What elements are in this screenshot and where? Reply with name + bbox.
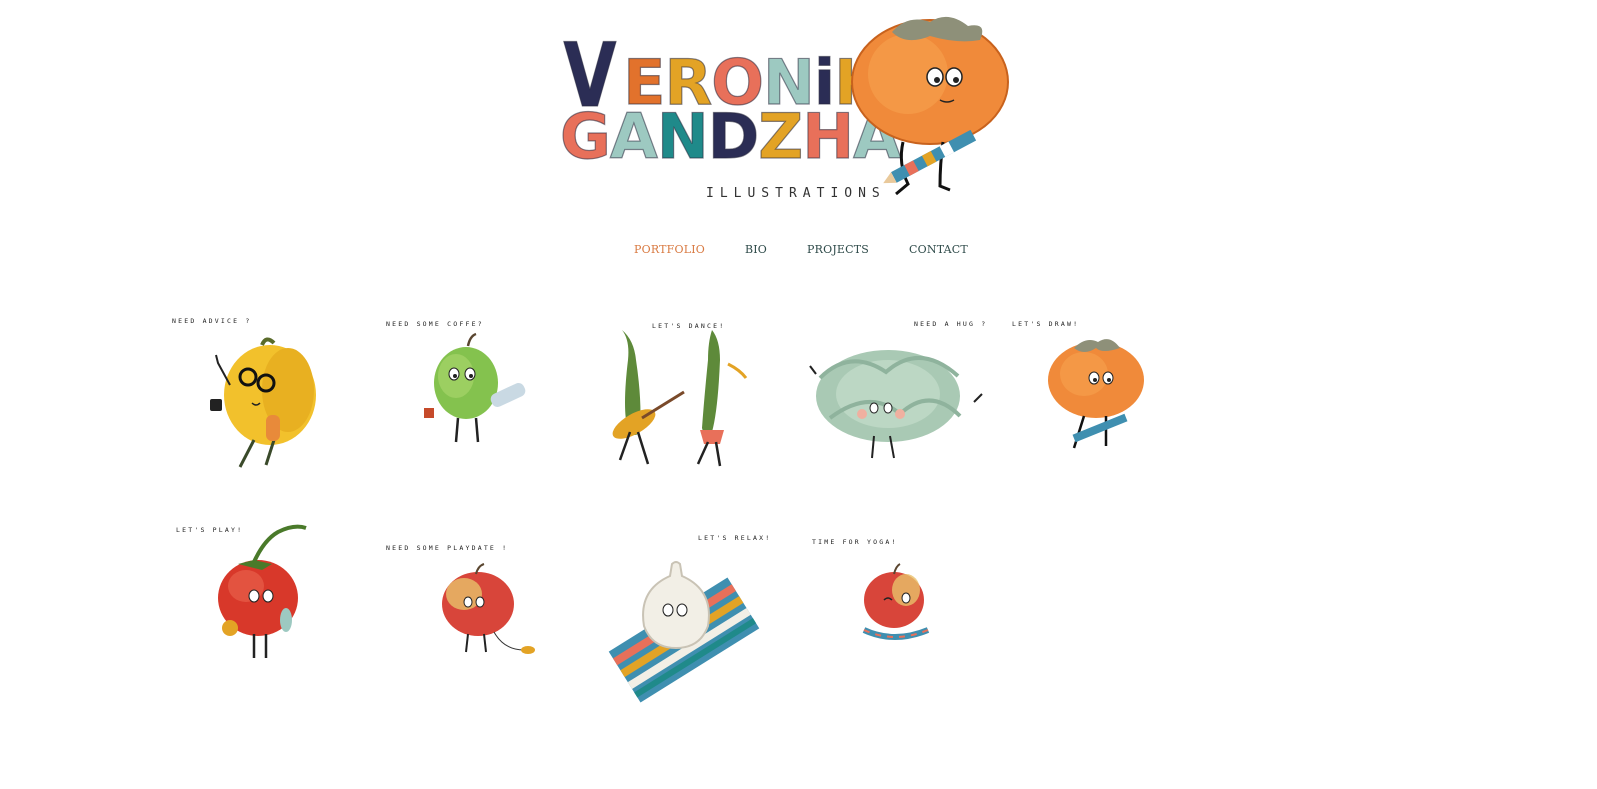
persimmon-mascot-illustration — [851, 16, 1009, 196]
gallery-tile-need-some-playdate[interactable]: NEED SOME PLAYDATE ! — [384, 540, 544, 665]
logo-letter: D — [707, 100, 760, 173]
gallery-tile-lets-dance[interactable]: LET'S DANCE! — [600, 320, 760, 470]
yellow-pepper-illustration — [210, 337, 316, 468]
persimmon-illustration — [1048, 339, 1144, 449]
tomato-illustration — [218, 524, 307, 658]
gallery-tile-need-advice[interactable]: NEED ADVICE ? — [170, 315, 340, 480]
nav-link-bio[interactable]: BIO — [745, 243, 767, 256]
apple-yoga-illustration — [862, 563, 930, 640]
logo-letter: Z — [758, 100, 804, 173]
gallery-tile-lets-play[interactable]: LET'S PLAY! — [174, 520, 324, 665]
logo-letter: G — [559, 100, 611, 173]
main-navigation: PORTFOLIO BIO PROJECTS CONTACT — [634, 243, 1008, 256]
logo-letter: H — [802, 100, 855, 173]
gallery-tile-need-a-hug[interactable]: NEED A HUG ? — [790, 318, 990, 468]
nav-link-projects[interactable]: PROJECTS — [807, 243, 869, 256]
gallery-tile-lets-relax[interactable]: LET'S RELAX! — [604, 530, 769, 703]
gallery-tile-need-coffee[interactable]: NEED SOME COFFE? — [384, 318, 544, 453]
garlic-on-mat-illustration — [608, 561, 760, 703]
site-logo[interactable]: V E R O N i K A G A N D Z H A — [556, 26, 929, 176]
air-plant-illustration — [809, 350, 983, 459]
gallery-tile-time-for-yoga[interactable]: TIME FOR YOGA! — [810, 534, 960, 654]
nav-link-portfolio[interactable]: PORTFOLIO — [634, 243, 705, 256]
logo-letter: N — [656, 100, 709, 173]
nav-link-contact[interactable]: CONTACT — [909, 243, 968, 256]
red-apple-mouse-illustration — [442, 563, 535, 654]
green-apple-illustration — [424, 332, 526, 443]
jalapeno-pair-illustration — [612, 330, 748, 467]
logo-tagline: ILLUSTRATIONS — [706, 186, 886, 201]
logo-letter: A — [609, 100, 658, 173]
gallery-tile-lets-draw[interactable]: LET'S DRAW! — [1010, 318, 1160, 458]
